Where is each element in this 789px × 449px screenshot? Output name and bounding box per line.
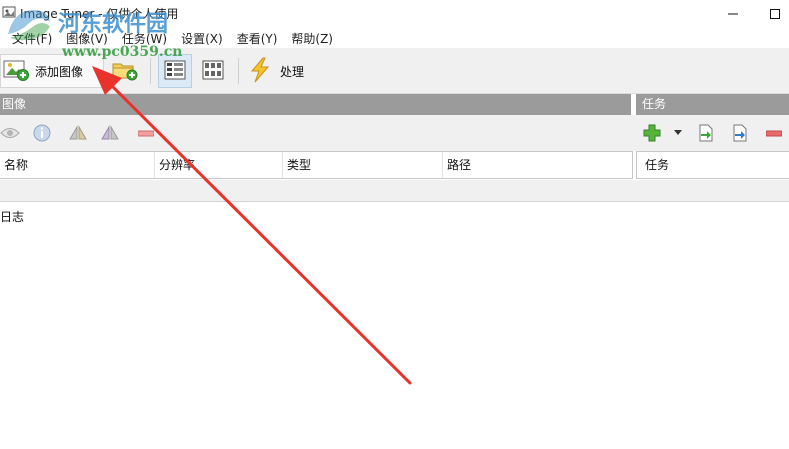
process-button[interactable]: 处理 [248, 56, 304, 86]
images-toolbar [0, 115, 634, 151]
remove-icon[interactable] [136, 123, 156, 143]
info-icon[interactable] [32, 123, 52, 143]
eye-icon[interactable] [0, 123, 20, 143]
minimize-button[interactable] [710, 0, 756, 28]
export-icon[interactable] [730, 123, 750, 143]
view-list-button[interactable] [158, 54, 192, 88]
plus-icon[interactable] [642, 123, 662, 143]
toolbar-separator [150, 58, 151, 84]
add-folder-icon [112, 59, 138, 84]
title-bar: Image Tuner - 仅供个人使用 [0, 0, 789, 28]
toolbar-separator [238, 58, 239, 84]
chevron-down-icon[interactable] [668, 123, 688, 143]
column-type[interactable]: 类型 [283, 152, 443, 178]
horizontal-scrollbar[interactable] [0, 180, 789, 202]
view-list-icon [164, 60, 186, 83]
maximize-button[interactable] [752, 0, 789, 28]
tasks-column-header: 任务 [636, 151, 789, 179]
menu-tasks[interactable]: 任务(W) [115, 30, 174, 47]
view-thumbnails-icon [202, 60, 224, 83]
remove-icon[interactable] [764, 123, 784, 143]
column-resolution[interactable]: 分辨率 [155, 152, 283, 178]
main-toolbar: 添加图像 处理 [0, 48, 789, 94]
lightning-icon [248, 57, 272, 86]
view-thumbnails-button[interactable] [200, 58, 226, 84]
column-task[interactable]: 任务 [641, 152, 789, 178]
log-label: 日志 [0, 210, 25, 224]
mirror-icon[interactable] [100, 123, 120, 143]
menu-image[interactable]: 图像(V) [59, 30, 115, 47]
process-label: 处理 [280, 64, 305, 79]
tasks-toolbar [634, 115, 789, 151]
menu-help[interactable]: 帮助(Z) [284, 30, 340, 47]
column-name[interactable]: 名称 [0, 152, 155, 178]
image-tuner-app-icon [2, 5, 16, 19]
column-path[interactable]: 路径 [443, 152, 632, 178]
add-folder-button[interactable] [112, 58, 138, 84]
add-image-icon [1, 58, 29, 85]
window-title: Image Tuner - 仅供个人使用 [20, 7, 179, 21]
flip-icon[interactable] [68, 123, 88, 143]
images-column-header: 名称 分辨率 类型 路径 [0, 151, 633, 179]
add-image-label: 添加图像 [35, 64, 84, 79]
menu-bar: 文件(F) 图像(V) 任务(W) 设置(X) 查看(Y) 帮助(Z) [0, 28, 789, 48]
menu-file[interactable]: 文件(F) [0, 30, 59, 47]
tasks-panel-header: 任务 [636, 94, 789, 115]
add-image-button[interactable]: 添加图像 [0, 54, 104, 88]
menu-view[interactable]: 查看(Y) [230, 30, 285, 47]
images-panel-header: 图像 [0, 94, 631, 115]
import-icon[interactable] [696, 123, 716, 143]
menu-settings[interactable]: 设置(X) [174, 30, 230, 47]
